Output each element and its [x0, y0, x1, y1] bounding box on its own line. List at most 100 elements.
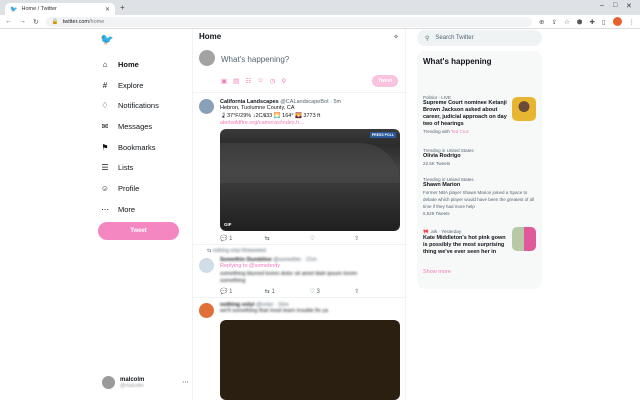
- sidebar-icon[interactable]: ▯: [602, 18, 606, 26]
- left-sidebar: 🐦 ⌂ Home # Explore ♢ Notifications ✉ Message…: [96, 29, 191, 400]
- nav-label: Bookmarks: [118, 142, 156, 152]
- twitter-favicon-icon: 🐦: [10, 6, 18, 13]
- avatar: [199, 50, 215, 66]
- gif-label: GIF: [224, 222, 232, 227]
- share-button[interactable]: ⇧: [354, 288, 399, 295]
- trend-item[interactable]: 🎀 .ark · Yesterday Kate Middleton's hot …: [423, 227, 536, 256]
- sparkle-icon[interactable]: ✧: [393, 33, 399, 41]
- bell-icon: ♢: [101, 101, 109, 111]
- gif-icon[interactable]: ▤: [233, 77, 239, 85]
- like-button[interactable]: ♡: [310, 235, 355, 242]
- media-badge: PRESS POLL: [369, 132, 396, 138]
- account-switcher[interactable]: malcolm @malcolm ⋯: [102, 376, 189, 389]
- like-count: 3: [316, 288, 320, 295]
- poll-icon[interactable]: ☷: [245, 77, 251, 85]
- tweet-media[interactable]: [220, 319, 400, 400]
- trend-title: Olivia Rodrigo: [423, 153, 461, 159]
- tweet-body: Somethin Dumbline @somethin · 21m Replyi…: [220, 257, 399, 295]
- schedule-icon[interactable]: ◷: [270, 77, 276, 85]
- avatar: [199, 258, 214, 273]
- new-tab-button[interactable]: +: [120, 3, 125, 12]
- trends-title: What's happening: [423, 57, 492, 66]
- retweet-button[interactable]: ⇆ 1: [265, 288, 310, 295]
- close-tab-icon[interactable]: ✕: [105, 6, 110, 13]
- person-icon: ☺: [100, 183, 110, 193]
- tweet[interactable]: California Landscapes @CALandscapeBot · …: [193, 93, 405, 245]
- trend-item[interactable]: Trending in United States Shawn Marion F…: [423, 177, 536, 217]
- browser-tab[interactable]: 🐦 Home / Twitter ✕: [5, 3, 115, 15]
- trend-item[interactable]: Trending in United States Olivia Rodrigo…: [423, 148, 536, 167]
- retweet-indicator: ⇆ nothing onlyi Retweeted: [207, 248, 266, 254]
- twitter-logo-icon[interactable]: 🐦: [100, 33, 114, 46]
- nav-item-bookmarks[interactable]: ⚑ Bookmarks: [100, 137, 159, 158]
- timeline-header: Home ✧: [193, 29, 405, 44]
- trend-thumbnail: [512, 227, 536, 251]
- share-icon[interactable]: ⇪: [552, 18, 557, 26]
- compose-tweet-button[interactable]: Tweet: [372, 75, 398, 87]
- nav-item-notifications[interactable]: ♢ Notifications: [100, 95, 158, 116]
- close-window-icon[interactable]: ✕: [626, 2, 632, 10]
- avatar: [199, 99, 214, 114]
- url-path: /home: [89, 18, 105, 25]
- reply-button[interactable]: 💬 1: [220, 288, 265, 295]
- nav-item-explore[interactable]: # Explore: [100, 75, 159, 96]
- replying-to[interactable]: Replying to @somebody: [220, 263, 280, 269]
- tweet-link[interactable]: alertwildfire.org/cameras/index.h...: [220, 120, 399, 126]
- browser-menu-icon[interactable]: ⋮: [629, 18, 636, 26]
- tweet-author[interactable]: Somethin Dumbline: [220, 257, 272, 263]
- back-icon[interactable]: ←: [5, 18, 12, 25]
- timeline: Home ✧ What's happening? ▣ ▤ ☷ ☺ ◷ ⚲ Twe…: [192, 29, 406, 400]
- forward-icon[interactable]: →: [19, 18, 26, 25]
- address-bar[interactable]: 🔒 twitter.com/home: [45, 16, 533, 27]
- nav-item-lists[interactable]: ☰ Lists: [100, 157, 159, 178]
- show-more-link[interactable]: Show more: [423, 269, 451, 275]
- tweet[interactable]: ⇆ nothing onlyi Retweeted Somethin Dumbl…: [193, 245, 405, 298]
- search-box[interactable]: ⚲ Search Twitter: [417, 30, 542, 46]
- bookmark-star-icon[interactable]: ☆: [564, 18, 570, 26]
- share-button[interactable]: ⇧: [354, 235, 399, 242]
- nav-item-more[interactable]: ⋯ More: [100, 199, 159, 220]
- profile-avatar[interactable]: [612, 17, 622, 26]
- tweet-text: something blurred lorem dolor sit amet b…: [220, 270, 358, 277]
- trends-panel: What's happening Politics · LIVE Supreme…: [417, 51, 542, 289]
- search-input[interactable]: Search Twitter: [435, 35, 473, 41]
- url-domain: twitter.com: [62, 18, 90, 25]
- search-icon: ⚲: [425, 35, 430, 42]
- nav-item-home[interactable]: ⌂ Home: [100, 54, 159, 75]
- tweet-body: nothing onlyi @onlyi · 16m we'll somethi…: [220, 302, 400, 400]
- extension-icon[interactable]: ⬢: [577, 18, 583, 26]
- retweeted-by: nothing onlyi Retweeted: [212, 248, 266, 254]
- reload-icon[interactable]: ↻: [33, 18, 39, 26]
- retweet-button[interactable]: ⇆: [265, 235, 310, 242]
- more-circle-icon: ⋯: [101, 204, 109, 214]
- envelope-icon: ✉: [101, 121, 109, 131]
- nav-label: Home: [118, 59, 139, 69]
- emoji-icon[interactable]: ☺: [257, 77, 264, 85]
- trend-item[interactable]: Politics · LIVE Supreme Court nominee Ke…: [423, 95, 536, 135]
- puzzle-icon[interactable]: ✚: [589, 18, 594, 26]
- reply-count: 1: [229, 236, 233, 242]
- trend-link[interactable]: Ted Cruz: [451, 129, 469, 134]
- nav-label: Explore: [118, 80, 144, 90]
- nav-item-profile[interactable]: ☺ Profile: [100, 178, 159, 199]
- tweet-button[interactable]: Tweet: [98, 222, 179, 240]
- minimize-icon[interactable]: –: [600, 2, 604, 9]
- tweet[interactable]: nothing onlyi @onlyi · 16m we'll somethi…: [193, 298, 405, 400]
- trend-sub: Former NBA player Shawn Marion joined a …: [423, 190, 535, 209]
- tab-title: Home / Twitter: [21, 6, 57, 12]
- zoom-icon[interactable]: ⊕: [539, 18, 544, 26]
- nav-item-messages[interactable]: ✉ Messages: [100, 116, 159, 137]
- compose-box: What's happening? ▣ ▤ ☷ ☺ ◷ ⚲ Tweet: [193, 44, 405, 93]
- maximize-icon[interactable]: □: [613, 2, 617, 9]
- right-sidebar: ⚲ Search Twitter What's happening Politi…: [417, 29, 543, 400]
- tweet-media[interactable]: PRESS POLL GIF: [220, 129, 400, 231]
- extensions-area: ⊕ ⇪ ☆ ⬢ ✚ ▯ ⋮: [539, 17, 635, 26]
- trend-sub: 22.5K Tweets: [423, 161, 451, 166]
- location-icon[interactable]: ⚲: [281, 77, 286, 85]
- browser-tab-strip: 🐦 Home / Twitter ✕ + – □ ✕: [0, 0, 640, 15]
- list-icon: ☰: [101, 163, 109, 173]
- image-icon[interactable]: ▣: [221, 77, 227, 85]
- reply-button[interactable]: 💬 1: [220, 235, 265, 242]
- compose-input[interactable]: What's happening?: [221, 55, 289, 64]
- like-button[interactable]: ♡ 3: [310, 288, 355, 295]
